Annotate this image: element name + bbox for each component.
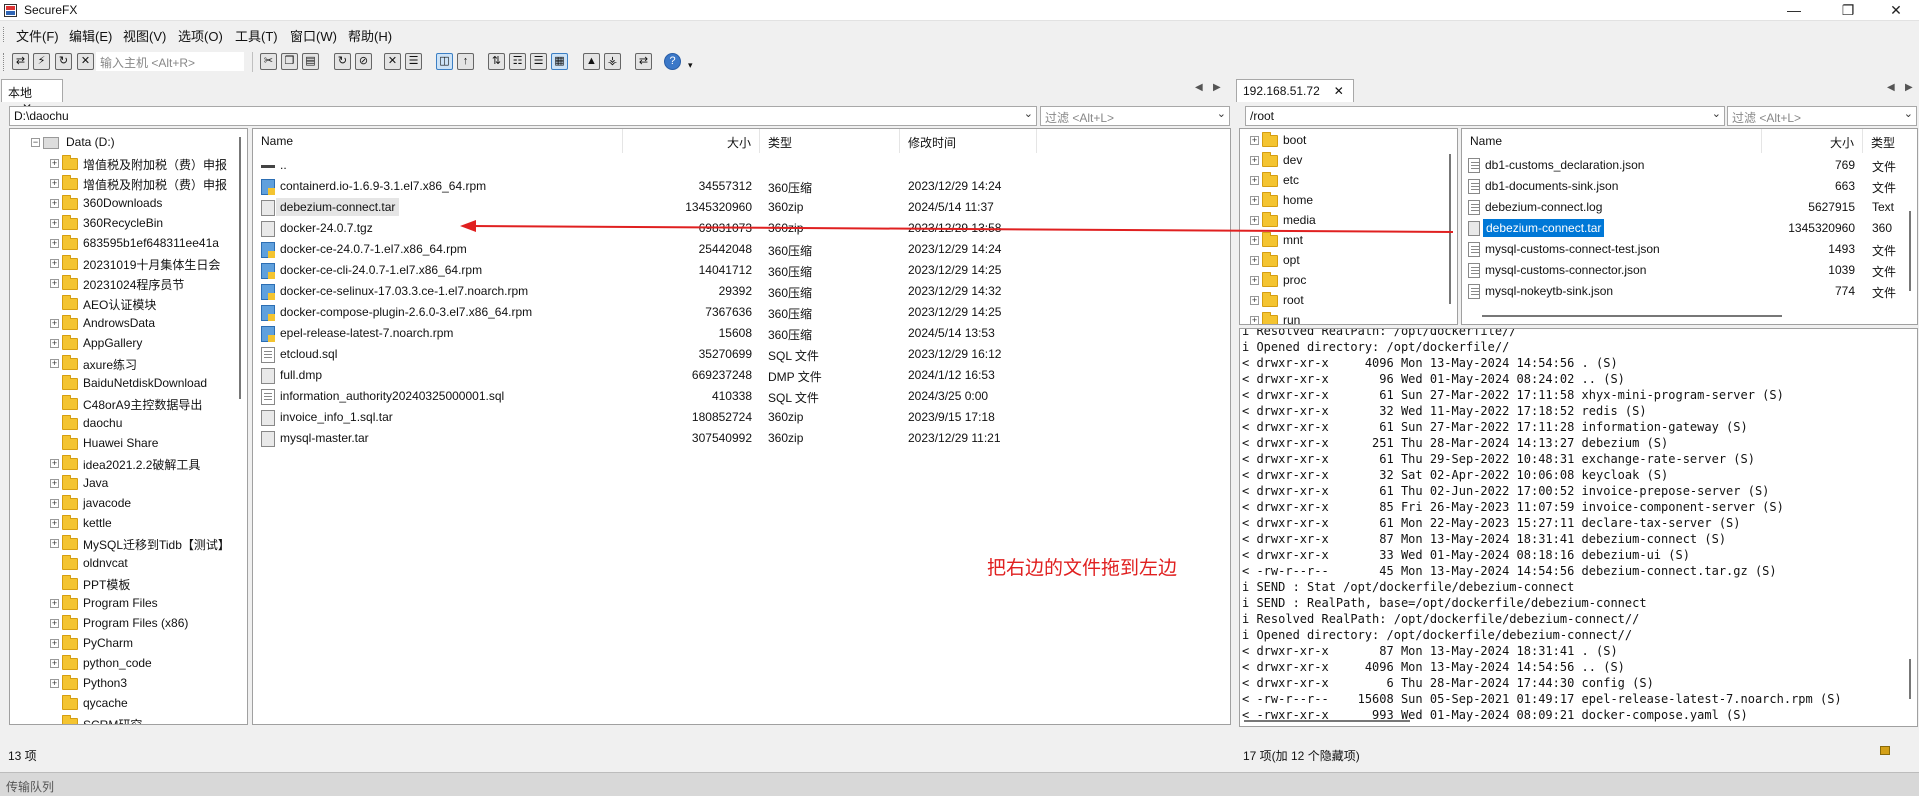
drag-arrow-line (469, 225, 1454, 233)
drag-arrow-head (460, 220, 476, 232)
drag-arrow-overlay (460, 220, 1454, 233)
